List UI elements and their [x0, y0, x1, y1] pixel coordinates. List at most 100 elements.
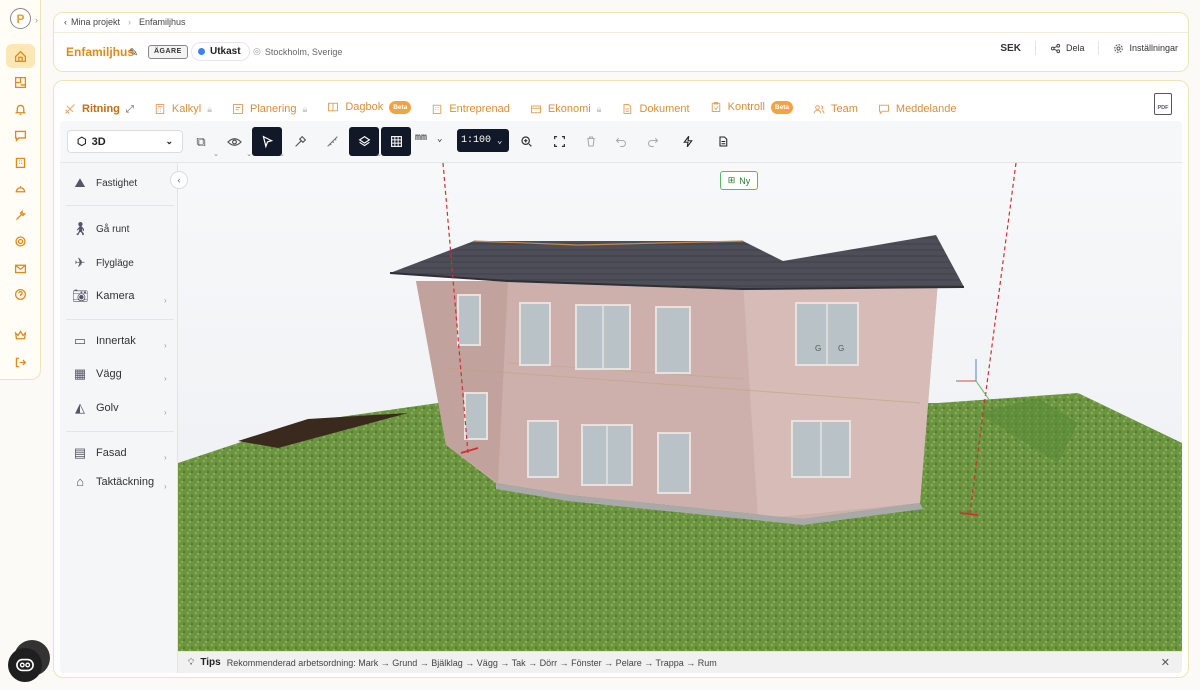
- tab-meddelande[interactable]: Meddelande: [878, 97, 956, 121]
- breadcrumb: ‹ Mina projekt › Enfamiljhus: [64, 17, 186, 27]
- grid-toggle-icon[interactable]: [381, 127, 411, 156]
- header-action-divider: [1034, 41, 1036, 55]
- sidepanel-label: Golv: [96, 402, 119, 414]
- bell-icon[interactable]: [6, 97, 35, 121]
- status-dropdown[interactable]: Utkast: [191, 42, 250, 61]
- new-object-button[interactable]: ⊞ Ny: [720, 171, 758, 190]
- chevron-down-icon: ⌄: [497, 135, 503, 146]
- chevron-right-icon: ›: [164, 482, 167, 491]
- share-button[interactable]: Dela: [1050, 43, 1085, 54]
- cube-icon: ⬡: [77, 136, 87, 148]
- buildings-icon[interactable]: [6, 150, 35, 174]
- chat-launcher-button[interactable]: [8, 648, 42, 682]
- window-label-g: G: [838, 344, 844, 353]
- sidepanel-item-fasad[interactable]: ▤ Fasad ›: [72, 445, 167, 462]
- tab-team[interactable]: Team: [813, 97, 858, 121]
- sidepanel-item-kamera[interactable]: 📷︎ Kamera ›: [72, 288, 167, 305]
- lock-icon: 🔒︎: [207, 103, 213, 114]
- facade-icon: ▤: [73, 445, 87, 460]
- tab-dagbok[interactable]: Dagbok Beta: [327, 95, 412, 119]
- fullscreen-icon[interactable]: [544, 127, 574, 156]
- tab-ekonomi[interactable]: Ekonomi 🔒︎: [530, 97, 601, 121]
- sidepanel-item-vagg[interactable]: ▦ Vägg ›: [72, 366, 167, 383]
- clipboard-icon: [711, 102, 720, 112]
- unit-select[interactable]: mm ⌄: [415, 133, 442, 144]
- delete-trash-icon[interactable]: [576, 127, 606, 156]
- floorplan-icon[interactable]: [6, 70, 35, 94]
- tab-label: Planering: [250, 103, 297, 115]
- chat-icon[interactable]: [6, 123, 35, 147]
- lightning-icon[interactable]: [673, 127, 703, 156]
- property-icon: ⛰: [74, 175, 86, 190]
- project-header: ‹ Mina projekt › Enfamiljhus Enfamiljhus…: [53, 12, 1189, 72]
- layers-icon[interactable]: ⌄: [349, 127, 382, 158]
- rail-expand-icon[interactable]: ›: [35, 15, 38, 25]
- building-icon: [433, 104, 442, 114]
- sidepanel-divider: [66, 319, 174, 320]
- app-logo[interactable]: P: [10, 8, 31, 29]
- select-cursor-icon[interactable]: ⌄: [252, 127, 285, 158]
- camera-icon: 📷︎: [72, 288, 89, 303]
- edit-pencil-icon[interactable]: ✎: [129, 46, 138, 59]
- tab-ritning[interactable]: Ritning ⤢: [60, 97, 134, 121]
- stack-icon: [358, 135, 370, 147]
- status-dot-icon: [198, 48, 205, 55]
- frame-corners-icon: [553, 136, 565, 147]
- chevron-right-icon: ›: [164, 341, 167, 350]
- expand-arrows-icon[interactable]: ⤢: [126, 104, 134, 115]
- lock-icon: 🔒︎: [302, 103, 308, 114]
- undo-icon[interactable]: [606, 127, 636, 156]
- redo-icon[interactable]: [638, 127, 668, 156]
- tab-label: Dagbok: [345, 101, 384, 113]
- tips-text: Rekommenderad arbetsordning: Mark → Grun…: [226, 657, 717, 668]
- sidepanel-label: Fasad: [96, 447, 127, 459]
- tab-entreprenad[interactable]: Entreprenad: [431, 97, 510, 121]
- visibility-eye-icon[interactable]: ⌄: [219, 127, 252, 158]
- cursor-arrow-icon: [262, 135, 273, 148]
- help-icon[interactable]: [6, 282, 35, 306]
- bolt-icon: [683, 135, 693, 148]
- sidepanel-item-fastighet[interactable]: ⛰ Fastighet: [72, 175, 138, 191]
- calculator-icon: [155, 104, 165, 114]
- 3d-viewport[interactable]: G G ⊞ Ny: [178, 163, 1182, 651]
- eyedropper-icon[interactable]: [285, 127, 315, 156]
- tools-icon[interactable]: [6, 203, 35, 227]
- tab-label: Ritning: [82, 103, 120, 115]
- gear-icon[interactable]: [6, 229, 35, 253]
- chevron-right-icon: ›: [164, 453, 167, 462]
- view-mode-select[interactable]: ⬡ 3D ⌄: [67, 130, 183, 153]
- tab-dokument[interactable]: Dokument: [621, 97, 690, 121]
- share-icon: [1050, 43, 1061, 53]
- sidepanel-item-innertak[interactable]: ▭ Innertak ›: [72, 333, 167, 350]
- scale-select[interactable]: 1:100 ⌄: [457, 129, 509, 152]
- home-icon[interactable]: [6, 44, 35, 68]
- logo-glyph: P: [16, 11, 25, 26]
- redo-arrow-icon: [648, 137, 659, 147]
- measure-ruler-icon[interactable]: [317, 127, 347, 156]
- zoom-in-icon[interactable]: [511, 127, 541, 156]
- logout-icon[interactable]: [6, 350, 35, 374]
- share-label: Dela: [1065, 43, 1085, 53]
- breadcrumb-back-link[interactable]: Mina projekt: [71, 17, 120, 27]
- report-document-icon[interactable]: [708, 127, 738, 156]
- mail-icon[interactable]: [6, 256, 35, 280]
- copy-tool-icon[interactable]: ⧉ ⌄: [186, 127, 219, 159]
- tab-planering[interactable]: Planering 🔒︎: [232, 97, 307, 121]
- crown-icon[interactable]: [6, 323, 35, 347]
- book-icon: [328, 102, 339, 112]
- helmet-icon[interactable]: [6, 176, 35, 200]
- settings-button[interactable]: Inställningar: [1113, 43, 1178, 54]
- sidepanel-item-flyglage[interactable]: ✈︎ Flygläge: [72, 255, 134, 271]
- sidepanel-item-golv[interactable]: ◭ Golv ›: [72, 400, 167, 417]
- collapse-sidepanel-button[interactable]: ‹: [170, 171, 188, 189]
- header-actions: SEK Dela Inställningar: [1000, 41, 1178, 55]
- back-chevron-icon[interactable]: ‹: [64, 17, 67, 27]
- tab-kontroll[interactable]: Kontroll Beta: [710, 95, 793, 119]
- currency-selector[interactable]: SEK: [1000, 43, 1021, 54]
- sidepanel-item-ga-runt[interactable]: 🚶︎ Gå runt: [72, 221, 129, 237]
- close-icon[interactable]: ✕: [1161, 656, 1170, 669]
- view-mode-label: 3D: [91, 135, 106, 148]
- tab-kalkyl[interactable]: Kalkyl 🔒︎: [154, 97, 212, 121]
- sidepanel-item-taktackning[interactable]: ⌂ Taktäckning ›: [72, 474, 167, 491]
- pdf-export-icon[interactable]: PDF: [1154, 93, 1172, 115]
